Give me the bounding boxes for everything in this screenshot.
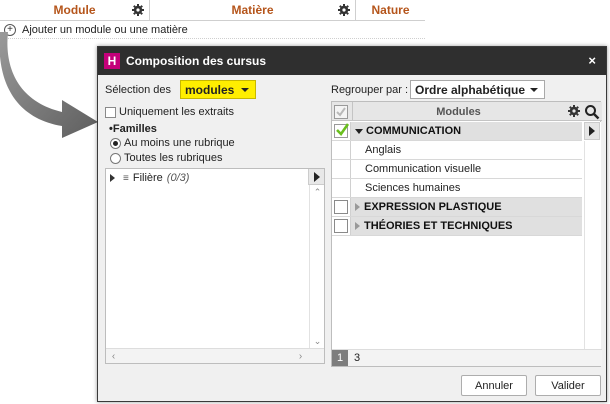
radio-all[interactable]: Toutes les rubriques <box>110 152 222 164</box>
tree-row-filiere[interactable]: ≡ Filière (0/3) <box>110 172 189 184</box>
gear-icon[interactable] <box>568 105 580 117</box>
modules-header-title[interactable]: Modules <box>352 102 564 121</box>
selection-dropdown[interactable]: modules <box>180 80 256 99</box>
check-icon <box>336 107 346 117</box>
module-child-row[interactable]: Anglais <box>332 141 582 160</box>
radio-at-least-one[interactable]: Au moins une rubrique <box>110 137 235 149</box>
composition-dialog: H Composition des cursus × Sélection des… <box>97 46 607 402</box>
module-group-label: THÉORIES ET TECHNIQUES <box>364 220 513 232</box>
module-table-header: Module Matière Nature <box>0 0 425 21</box>
module-group-label: COMMUNICATION <box>366 125 462 137</box>
chevron-down-icon <box>530 88 538 92</box>
modules-list: COMMUNICATION Anglais Communication visu… <box>332 122 582 236</box>
scroll-down-icon[interactable]: ⌄ <box>310 334 325 349</box>
module-group-row[interactable]: EXPRESSION PLASTIQUE <box>332 198 582 217</box>
curved-arrow-icon <box>0 32 98 138</box>
module-child-label: Anglais <box>350 141 582 159</box>
move-right-button[interactable] <box>308 169 324 185</box>
check-icon <box>336 123 349 137</box>
module-group-cell: THÉORIES ET TECHNIQUES <box>350 217 582 235</box>
radio-button[interactable] <box>110 137 121 149</box>
tree-label: Filière <box>132 172 163 184</box>
module-group-cell: EXPRESSION PLASTIQUE <box>350 198 582 216</box>
row-checkbox[interactable] <box>334 200 348 214</box>
tree-count: (0/3) <box>166 172 190 184</box>
modules-panel: Modules COMMUNICATION Anglais Communicat… <box>331 101 602 367</box>
validate-button[interactable]: Valider <box>535 375 601 396</box>
module-child-label: Communication visuelle <box>350 160 582 178</box>
column-nature[interactable]: Nature <box>356 0 425 20</box>
modules-header: Modules <box>332 102 602 121</box>
scroll-up-icon[interactable]: ⌃ <box>310 185 325 200</box>
scroll-right-icon[interactable]: › <box>293 349 308 363</box>
horizontal-scrollbar[interactable]: ‹ › <box>106 348 324 363</box>
group-by-label: Regrouper par : <box>331 84 409 96</box>
radio-label: Toutes les rubriques <box>124 152 223 164</box>
close-icon[interactable]: × <box>588 53 596 68</box>
vertical-scrollbar[interactable] <box>584 141 600 351</box>
column-nature-label: Nature <box>371 3 410 17</box>
expand-arrow-icon[interactable] <box>110 174 115 182</box>
module-group-row[interactable]: COMMUNICATION <box>332 122 582 141</box>
list-icon: ≡ <box>123 172 129 184</box>
module-group-label: EXPRESSION PLASTIQUE <box>364 201 502 213</box>
play-icon <box>589 126 595 136</box>
row-checkbox[interactable] <box>334 219 348 233</box>
move-right-button[interactable] <box>584 122 600 140</box>
group-by-dropdown[interactable]: Ordre alphabétique <box>410 80 545 99</box>
group-by-value: Ordre alphabétique <box>415 82 526 97</box>
cancel-button[interactable]: Annuler <box>461 375 527 396</box>
families-heading: •Familles <box>109 123 157 135</box>
only-extracts-option[interactable]: Uniquement les extraits <box>105 106 234 118</box>
families-tree: ≡ Filière (0/3) ⌃ ⌄ ‹ › <box>105 168 325 364</box>
gear-icon[interactable] <box>132 4 144 16</box>
dialog-titlebar[interactable]: H Composition des cursus × <box>98 47 606 75</box>
radio-label: Au moins une rubrique <box>124 137 235 149</box>
vertical-scrollbar[interactable]: ⌃ ⌄ <box>309 185 324 349</box>
selection-label: Sélection des <box>105 84 172 96</box>
modules-side-bar <box>582 122 601 351</box>
radio-button[interactable] <box>110 152 121 164</box>
chevron-down-icon <box>241 88 249 92</box>
column-module[interactable]: Module <box>0 0 150 20</box>
dialog-title: Composition des cursus <box>126 54 267 68</box>
select-all-checkbox[interactable] <box>334 105 348 119</box>
play-icon <box>313 171 320 182</box>
module-child-label: Sciences humaines <box>350 179 582 197</box>
current-page[interactable]: 1 <box>332 350 348 366</box>
column-matiere-label: Matière <box>231 3 274 17</box>
module-group-cell: COMMUNICATION <box>350 122 582 140</box>
column-module-label: Module <box>53 3 96 17</box>
only-extracts-checkbox[interactable] <box>105 106 116 118</box>
scroll-left-icon[interactable]: ‹ <box>106 349 121 363</box>
total-pages: 3 <box>353 352 361 364</box>
gear-icon[interactable] <box>338 4 350 16</box>
module-child-row[interactable]: Communication visuelle <box>332 160 582 179</box>
expand-arrow-icon[interactable] <box>355 222 360 230</box>
pager: 1 3 <box>332 349 602 366</box>
only-extracts-label: Uniquement les extraits <box>119 106 234 118</box>
selection-value: modules <box>185 82 235 97</box>
app-logo: H <box>104 53 120 69</box>
collapse-arrow-icon[interactable] <box>355 128 363 134</box>
search-icon[interactable] <box>584 104 600 120</box>
module-group-row[interactable]: THÉORIES ET TECHNIQUES <box>332 217 582 236</box>
row-checkbox[interactable] <box>334 123 349 138</box>
expand-arrow-icon[interactable] <box>355 203 360 211</box>
column-matiere[interactable]: Matière <box>150 0 356 20</box>
module-child-row[interactable]: Sciences humaines <box>332 179 582 198</box>
